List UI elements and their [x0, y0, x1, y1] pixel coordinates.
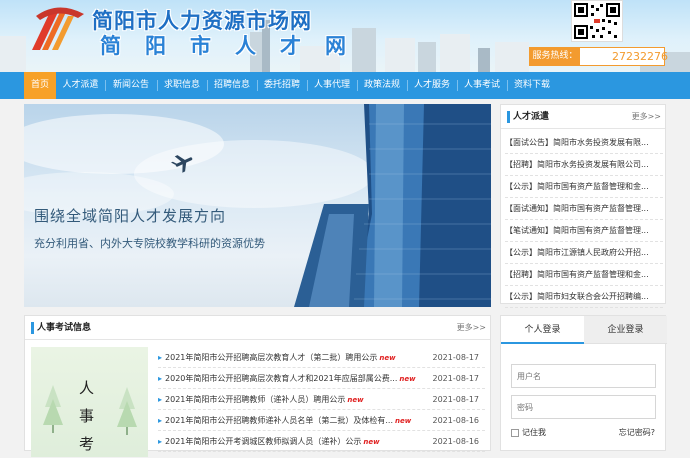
table-row[interactable]: ▸ 2021年简阳市公开招聘教师递补人员名单（第二批）及体检有... new 202… [158, 410, 485, 431]
row-title: 2021年简阳市公开招聘教师（递补人员）聘用公示 [165, 395, 346, 404]
exam-info-panel: 人事考试信息 更多>> 人事考 ▸ 2021年简阳市公开招聘高层次教育人才（第二批… [24, 315, 491, 457]
nav-entrusted-recruitment[interactable]: 委托招聘 [258, 72, 306, 99]
list-item[interactable]: 【公示】简阳市江源镇人民政府公开招... [505, 242, 663, 264]
skyline-building [440, 34, 470, 72]
nav-recruitment[interactable]: 招聘信息 [208, 72, 256, 99]
row-title: 2021年简阳市公开招聘教师递补人员名单（第二批）及体检有... [165, 416, 394, 425]
more-link[interactable]: 更多>> [632, 105, 661, 129]
row-date: 2021-08-17 [432, 374, 480, 383]
new-badge: new [363, 438, 380, 446]
site-header: 简阳市人力资源市场网 简阳市人才网 服务热线： 27232276 [0, 0, 690, 72]
remember-me[interactable]: 记住我 [511, 427, 546, 438]
row-date: 2021-08-17 [432, 395, 480, 404]
table-row[interactable]: ▸ 2021年简阳市公开招聘教师（递补人员）聘用公示 new 2021-08-17 [158, 389, 485, 410]
qr-code-icon [574, 3, 620, 39]
list-item[interactable]: 【公示】简阳市妇女联合会公开招聘编... [505, 286, 663, 308]
banner-subline: 充分利用省、内外大专院校教学科研的资源优势 [34, 237, 265, 250]
bullet-icon: ▸ [158, 353, 163, 362]
list-item[interactable]: 【面试公告】简阳市水务投资发展有限... [505, 132, 663, 154]
skyline-building [0, 36, 26, 72]
row-title: 2021年简阳市公开招聘高层次教育人才（第二批）聘用公示 [165, 353, 378, 362]
nav-personnel-exam[interactable]: 人事考试 [458, 72, 506, 99]
list-item[interactable]: 【招聘】简阳市水务投资发展有限公司... [505, 154, 663, 176]
banner-headline: 围绕全域简阳人才发展方向 [34, 207, 227, 225]
panel-title: 人才派遣 [507, 111, 549, 123]
new-badge: new [347, 396, 364, 404]
forgot-password-link[interactable]: 忘记密码? [619, 427, 655, 438]
new-badge: new [379, 354, 396, 362]
row-title: 2021年简阳市公开考调城区教师拟调人员（递补）公示 [165, 437, 362, 446]
skyline-building [385, 38, 415, 72]
table-row[interactable]: ▸ 2021年简阳市公开招聘高层次教育人才（第二批）聘用公示 new 2021-08… [158, 347, 485, 368]
hotline-number: 27232276 [612, 50, 668, 63]
password-input[interactable] [511, 395, 656, 419]
bullet-icon: ▸ [158, 416, 163, 425]
panel-title: 人事考试信息 [31, 322, 91, 334]
row-date: 2021-08-17 [432, 353, 480, 362]
table-row[interactable]: ▸ 2021年简阳市公开考调城区教师拟调人员（递补）公示 new 2021-08-1… [158, 431, 485, 452]
tab-personal-login[interactable]: 个人登录 [501, 316, 584, 344]
panel-header: 人才派遣 更多>> [501, 105, 665, 129]
bullet-icon: ▸ [158, 395, 163, 404]
username-input[interactable] [511, 364, 656, 388]
hotline-label: 服务热线： [530, 48, 580, 65]
nav-downloads[interactable]: 资料下载 [508, 72, 556, 99]
list-item[interactable]: 【笔试通知】简阳市国有资产监督管理... [505, 220, 663, 242]
table-row[interactable]: ▸ 2020年简阳市公开招聘高层次教育人才和2021年应届部属公费... new 2… [158, 368, 485, 389]
nav-talent-services[interactable]: 人才服务 [408, 72, 456, 99]
site-subtitle: 简阳市人才网 [100, 33, 370, 58]
nav-personnel-agency[interactable]: 人事代理 [308, 72, 356, 99]
remember-label: 记住我 [522, 428, 546, 437]
row-date: 2021-08-16 [432, 416, 480, 425]
exam-feature-image[interactable]: 人事考 [31, 347, 148, 457]
more-link[interactable]: 更多>> [457, 316, 486, 340]
list-item[interactable]: 【招聘】简阳市国有资产监督管理和金... [505, 264, 663, 286]
login-panel: 个人登录 企业登录 记住我 忘记密码? [500, 315, 667, 451]
panel-header: 人事考试信息 更多>> [25, 316, 490, 340]
exam-image-text: 人事考 [79, 379, 95, 453]
skyline-building [478, 48, 490, 72]
main-nav: 首页 人才派遣 新闻公告 求职信息 招聘信息 委托招聘 人事代理 政策法规 人才… [0, 72, 690, 99]
nav-news[interactable]: 新闻公告 [106, 72, 156, 99]
list-item[interactable]: 【公示】简阳市国有资产监督管理和金... [505, 176, 663, 198]
row-date: 2021-08-16 [432, 437, 480, 446]
banner-carousel[interactable]: 围绕全域简阳人才发展方向 充分利用省、内外大专院校教学科研的资源优势 [24, 104, 491, 307]
nav-talent-dispatch[interactable]: 人才派遣 [57, 72, 104, 99]
list-item[interactable]: 【面试通知】简阳市国有资产监督管理... [505, 198, 663, 220]
bullet-icon: ▸ [158, 437, 163, 446]
row-title: 2020年简阳市公开招聘高层次教育人才和2021年应届部属公费... [165, 374, 398, 383]
bullet-icon: ▸ [158, 374, 163, 383]
new-badge: new [399, 375, 416, 383]
qr-code [571, 0, 623, 42]
new-badge: new [395, 417, 412, 425]
talent-dispatch-panel: 人才派遣 更多>> 【面试公告】简阳市水务投资发展有限... 【招聘】简阳市水务… [500, 104, 666, 308]
skyline-building [418, 42, 436, 72]
service-hotline: 服务热线： 27232276 [529, 47, 668, 66]
nav-home[interactable]: 首页 [24, 72, 56, 99]
nav-policies[interactable]: 政策法规 [358, 72, 406, 99]
skyline-building [495, 42, 529, 72]
site-logo[interactable] [28, 4, 86, 52]
nav-job-seeking[interactable]: 求职信息 [158, 72, 206, 99]
tab-company-login[interactable]: 企业登录 [584, 316, 667, 344]
remember-checkbox[interactable] [511, 428, 519, 437]
